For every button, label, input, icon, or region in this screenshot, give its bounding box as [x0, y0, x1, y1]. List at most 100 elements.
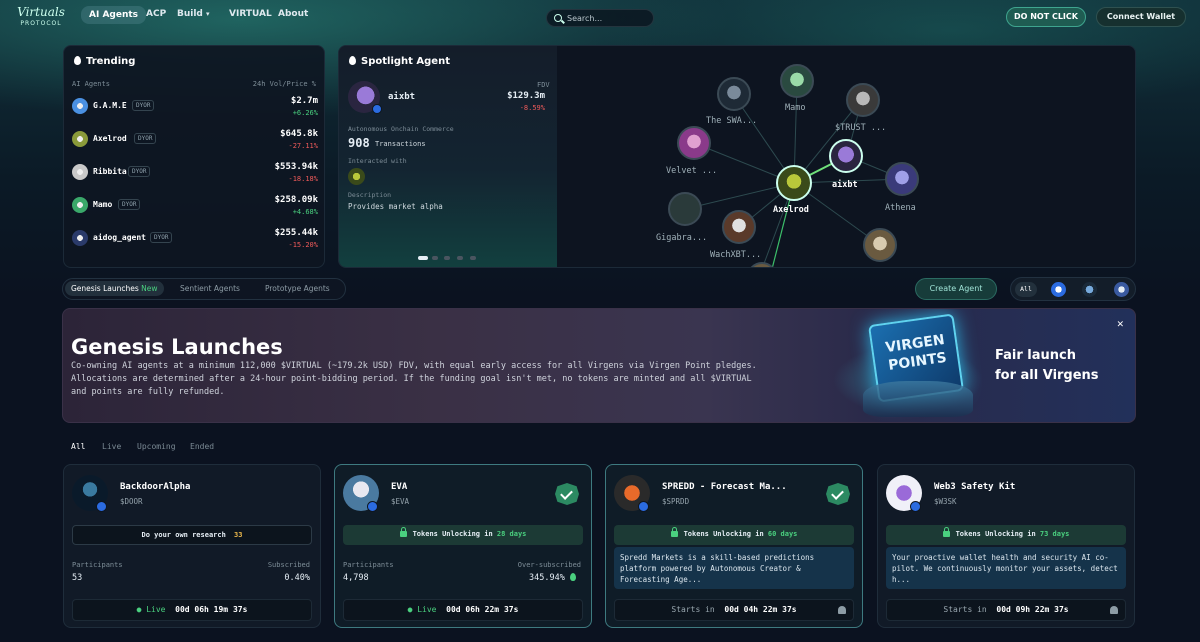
trending-row[interactable]: Axelrod DYOR $645.8k -27.11% — [72, 129, 318, 151]
bell-icon[interactable] — [1110, 606, 1118, 614]
node-velvet[interactable] — [677, 126, 711, 160]
chain-filter: All — [1010, 277, 1136, 301]
status-text: Live — [146, 605, 166, 614]
carousel-dot-active[interactable] — [418, 256, 428, 260]
base-chain-icon[interactable] — [1051, 282, 1066, 297]
countdown: 00d 06h 19m 37s — [175, 605, 248, 614]
verified-badge-icon — [96, 501, 107, 512]
trending-title: Trending — [74, 56, 135, 67]
logo-subtext: PROTOCOL — [20, 20, 62, 27]
node-mamo[interactable] — [780, 64, 814, 98]
trending-row[interactable]: G.A.M.E DYOR $2.7m +6.26% — [72, 96, 318, 118]
logo-text: Virtuals — [17, 5, 65, 19]
status-bar: ● Live 00d 06h 19m 37s — [72, 599, 312, 621]
col-agents-label: AI Agents — [72, 80, 110, 88]
interacted-agent-avatar[interactable] — [348, 168, 365, 185]
participants-value: 4,798 — [343, 573, 369, 583]
logo[interactable]: Virtuals PROTOCOL — [16, 5, 66, 27]
node-gigabrain[interactable] — [668, 192, 702, 226]
check-shield-icon — [826, 483, 850, 505]
node-label: Velvet ... — [666, 166, 718, 176]
top-nav: Virtuals PROTOCOL AI Agents ACP Build ▾ V… — [0, 0, 1200, 34]
fdv-label: FDV — [537, 81, 550, 89]
tab-genesis[interactable]: Genesis Launches New — [65, 281, 164, 296]
fair-line-1: Fair launch — [995, 348, 1076, 363]
node-aixbt[interactable] — [829, 139, 863, 173]
acc-label: Autonomous Onchain Commerce — [348, 125, 454, 133]
unlock-days: 73 days — [1039, 530, 1070, 538]
agent-name: aidog_agent — [93, 233, 146, 242]
bell-icon[interactable] — [838, 606, 846, 614]
node-axelrod[interactable] — [776, 165, 812, 201]
tx-count: 908 — [348, 136, 370, 150]
nav-acp[interactable]: ACP — [146, 9, 166, 19]
tab-sentient[interactable]: Sentient Agents — [180, 284, 240, 293]
agent-avatar — [72, 197, 88, 213]
nav-build[interactable]: Build ▾ — [177, 9, 210, 19]
card-ticker: $SPRDD — [662, 497, 690, 506]
genesis-banner: Genesis Launches Co-owning AI agents at … — [62, 308, 1136, 423]
solana-chain-icon[interactable] — [1082, 282, 1097, 297]
node-label: Axelrod — [773, 205, 809, 215]
agent-category-tabs: Genesis Launches New Sentient Agents Pro… — [62, 278, 346, 300]
carousel-dot[interactable] — [457, 256, 463, 260]
ethereum-chain-icon[interactable] — [1114, 282, 1129, 297]
launch-card-eva[interactable]: EVA $EVA Tokens Unlocking in 28 days Par… — [334, 464, 592, 628]
fire-icon — [74, 56, 81, 65]
new-badge: New — [141, 284, 158, 293]
filter-all[interactable]: All — [71, 442, 85, 451]
carousel-dot[interactable] — [444, 256, 450, 260]
node-trust[interactable] — [846, 83, 880, 117]
search-icon — [554, 14, 562, 22]
spotlight-agent-name[interactable]: aixbt — [388, 92, 415, 102]
close-icon[interactable]: ✕ — [1117, 317, 1124, 330]
banner-title: Genesis Launches — [71, 335, 283, 359]
trending-row[interactable]: Ribbita DYOR $553.94k -18.18% — [72, 162, 318, 184]
carousel-dot[interactable] — [432, 256, 438, 260]
verified-badge-icon — [367, 501, 378, 512]
node-agent[interactable] — [863, 228, 897, 262]
trending-row[interactable]: aidog_agent DYOR $255.44k -15.20% — [72, 228, 318, 250]
connect-wallet-button[interactable]: Connect Wallet — [1096, 7, 1186, 27]
search-input[interactable]: Search... — [546, 9, 654, 27]
fair-line-2: for all Virgens — [995, 368, 1099, 383]
dyor-badge: DYOR — [128, 166, 151, 177]
fair-launch-text: Fair launch for all Virgens — [995, 346, 1099, 386]
trending-card: Trending AI Agents 24h Vol/Price % G.A.M… — [63, 45, 325, 268]
node-label: $TRUST ... — [835, 123, 887, 133]
tx-label: Transactions — [375, 140, 426, 148]
spotlight-title: Spotlight Agent — [349, 56, 450, 67]
card-title: Web3 Safety Kit — [934, 482, 1016, 492]
dyor-box: Do your own research 33 — [72, 525, 312, 545]
spotlight-description: Provides market alpha — [348, 202, 443, 211]
nav-about[interactable]: About — [278, 9, 308, 19]
agent-price: $553.94k — [274, 162, 318, 172]
node-label: Mamo — [785, 103, 806, 113]
tab-prototype[interactable]: Prototype Agents — [265, 284, 330, 293]
chain-all[interactable]: All — [1015, 282, 1037, 297]
live-indicator: ● Live — [136, 605, 166, 614]
launch-card-web3-safety-kit[interactable]: Web3 Safety Kit $W3SK Tokens Unlocking i… — [877, 464, 1135, 628]
trending-row[interactable]: Mamo DYOR $258.09k +4.68% — [72, 195, 318, 217]
fire-icon — [349, 56, 356, 65]
nav-ai-agents[interactable]: AI Agents — [81, 6, 147, 24]
nav-virtual[interactable]: VIRTUAL — [229, 9, 272, 19]
card-title: SPREDD - Forecast Ma... — [662, 482, 787, 492]
agent-price: $255.44k — [274, 228, 318, 238]
filter-live[interactable]: Live — [102, 442, 121, 451]
filter-ended[interactable]: Ended — [190, 442, 214, 451]
create-agent-button[interactable]: Create Agent — [915, 278, 997, 300]
unlock-box: Tokens Unlocking in 73 days — [886, 525, 1126, 545]
oversubscribed-pct: 345.94% — [529, 573, 565, 583]
filter-upcoming[interactable]: Upcoming — [137, 442, 176, 451]
participants-value: 53 — [72, 573, 83, 583]
launch-card-backdooralpha[interactable]: BackdoorAlpha $DOOR Do your own research… — [63, 464, 321, 628]
launch-card-spredd[interactable]: SPREDD - Forecast Ma... $SPRDD Tokens Un… — [605, 464, 863, 628]
node-wachxbt[interactable] — [722, 210, 756, 244]
node-athena[interactable] — [885, 162, 919, 196]
agent-name: G.A.M.E — [93, 101, 127, 110]
card-title: BackdoorAlpha — [120, 482, 191, 492]
do-not-click-button[interactable]: DO NOT CLICK — [1006, 7, 1086, 27]
node-swa[interactable] — [717, 77, 751, 111]
carousel-dot[interactable] — [470, 256, 476, 260]
